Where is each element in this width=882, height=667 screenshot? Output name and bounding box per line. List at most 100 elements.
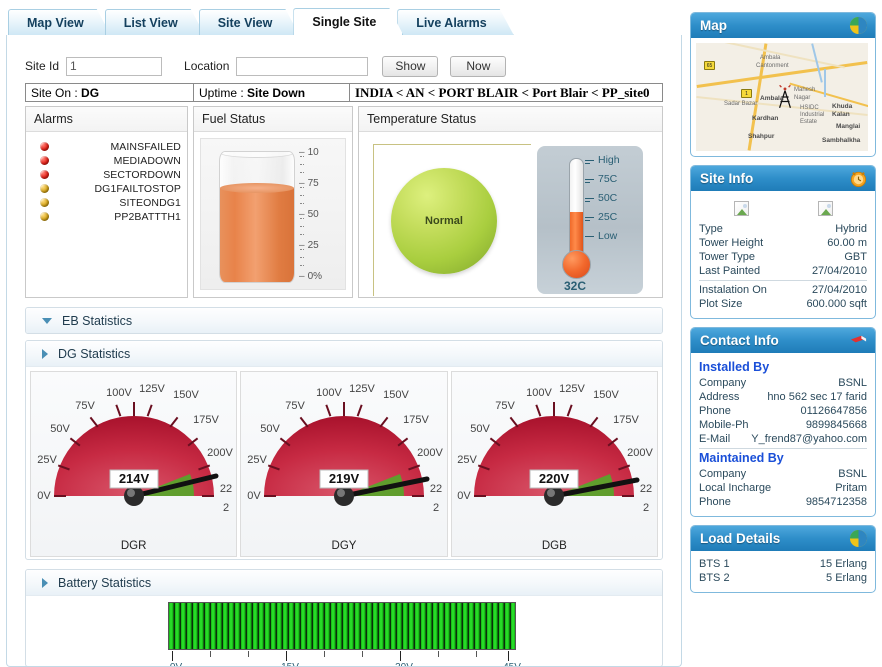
eb-statistics-header[interactable]: EB Statistics bbox=[26, 308, 662, 334]
site-info-key: Type bbox=[699, 223, 723, 235]
contact-value: 01126647856 bbox=[801, 405, 867, 417]
triangle-right-icon bbox=[42, 349, 48, 359]
contact-value: BSNL bbox=[838, 377, 867, 389]
shelter-thermometer: High 75C 50C 25C Low 32C bbox=[537, 146, 643, 294]
load-details-panel-body: BTS 1 15 Erlang BTS 2 5 Erlang bbox=[691, 551, 875, 592]
status-boxes-row: Alarms MAINSFAILED MEDIADOWN bbox=[25, 106, 663, 298]
contact-key: E-Mail bbox=[699, 433, 730, 445]
tab-map-view[interactable]: Map View bbox=[8, 9, 111, 35]
contact-key: Company bbox=[699, 377, 746, 389]
svg-text:125V: 125V bbox=[559, 383, 585, 395]
divider bbox=[699, 280, 867, 281]
broken-image-icon[interactable] bbox=[818, 201, 833, 216]
main-tab-bar: Map View List View Site View Single Site… bbox=[0, 8, 690, 35]
svg-text:0V: 0V bbox=[247, 490, 261, 502]
uptime-value: Site Down bbox=[247, 86, 305, 100]
contact-value: Pritam bbox=[835, 482, 867, 494]
now-button[interactable]: Now bbox=[450, 56, 506, 77]
contact-key: Mobile-Ph bbox=[699, 419, 749, 431]
alarm-item[interactable]: DG1FAILTOSTOP bbox=[26, 182, 181, 195]
alarm-severity-led-icon bbox=[40, 156, 49, 165]
contact-key: Company bbox=[699, 468, 746, 480]
contact-info-panel-body: Installed By Company BSNL Address hno 56… bbox=[691, 353, 875, 516]
contact-row: Company BSNL bbox=[699, 376, 867, 390]
contact-row: Mobile-Ph 9899845668 bbox=[699, 418, 867, 432]
show-button[interactable]: Show bbox=[382, 56, 438, 77]
battery-statistics-header[interactable]: Battery Statistics bbox=[26, 570, 662, 596]
thermo-tick: 25C bbox=[585, 211, 617, 223]
load-key: BTS 1 bbox=[699, 558, 730, 570]
battery-statistics-section: Battery Statistics bbox=[25, 569, 663, 667]
gauge-dgy-value: 219V bbox=[329, 471, 360, 486]
fuel-scale: 10 75 50 25 0% bbox=[299, 147, 341, 285]
svg-text:25V: 25V bbox=[37, 454, 57, 466]
contact-value: Y_frend87@yahoo.com bbox=[751, 433, 867, 445]
site-info-value: 60.00 m bbox=[827, 237, 867, 249]
gauge-dgr-label: DGR bbox=[31, 540, 236, 552]
eb-statistics-title: EB Statistics bbox=[62, 314, 132, 328]
triangle-right-icon bbox=[42, 578, 48, 588]
alarm-clock-icon[interactable] bbox=[849, 169, 868, 188]
shelter-temperature-value: 32C bbox=[564, 279, 586, 293]
svg-text:150V: 150V bbox=[383, 389, 409, 401]
location-input[interactable] bbox=[236, 57, 368, 76]
site-info-value: 27/04/2010 bbox=[812, 284, 867, 296]
site-info-panel-body: Type Hybrid Tower Height 60.00 m Tower T… bbox=[691, 191, 875, 318]
map-image[interactable]: 65 1 Ambala Cantonment Mahesh Nagar Khud… bbox=[696, 43, 868, 151]
map-label: Estate bbox=[800, 119, 817, 125]
svg-text:25V: 25V bbox=[458, 454, 478, 466]
load-row: BTS 2 5 Erlang bbox=[699, 571, 867, 585]
tab-single-site[interactable]: Single Site bbox=[293, 8, 403, 35]
alarm-item[interactable]: SITEONDG1 bbox=[26, 196, 181, 209]
alarm-item[interactable]: MEDIADOWN bbox=[26, 154, 181, 167]
alarms-title: Alarms bbox=[26, 107, 187, 132]
site-info-key: Instalation On bbox=[699, 284, 767, 296]
dg-gauges-row: 0V 25V 50V 75V 100V 125V 150V 175V 200V … bbox=[26, 367, 662, 557]
alarms-list: MAINSFAILED MEDIADOWN SECTORDOWN DG bbox=[26, 132, 187, 223]
svg-text:22: 22 bbox=[430, 483, 442, 495]
alarms-body: MAINSFAILED MEDIADOWN SECTORDOWN DG bbox=[26, 132, 187, 297]
fuel-tank-rim bbox=[220, 151, 294, 158]
site-id-input[interactable] bbox=[66, 57, 162, 76]
battery-tick-label: 30V bbox=[395, 662, 413, 667]
pie-globe-icon[interactable] bbox=[849, 16, 868, 35]
site-info-value: 600.000 sqft bbox=[806, 298, 867, 310]
battery-chart-area: 0V 15V 30V 45V bbox=[26, 596, 662, 666]
alarm-item[interactable]: SECTORDOWN bbox=[26, 168, 181, 181]
red-tag-icon[interactable] bbox=[849, 331, 868, 350]
map-label: Industrial bbox=[800, 112, 824, 118]
thermometer-scale: High 75C 50C 25C Low bbox=[585, 154, 643, 262]
right-sidebar: Map 65 1 bbox=[690, 12, 876, 601]
gauge-dgy: 0V 25V 50V 75V 100V 125V 150V 175V 200V … bbox=[240, 371, 447, 557]
thermo-tick: 50C bbox=[585, 192, 617, 204]
tab-list-view[interactable]: List View bbox=[105, 9, 205, 35]
load-details-panel-header: Load Details bbox=[691, 526, 875, 551]
battery-tick-label: 0V bbox=[170, 662, 182, 667]
tab-site-view[interactable]: Site View bbox=[199, 9, 300, 35]
svg-text:50V: 50V bbox=[471, 423, 491, 435]
svg-text:22: 22 bbox=[220, 483, 232, 495]
alarm-item[interactable]: PP2BATTTH1 bbox=[26, 210, 181, 223]
contact-info-panel: Contact Info Installed By Company BSNL A… bbox=[690, 327, 876, 517]
map-panel-body: 65 1 Ambala Cantonment Mahesh Nagar Khud… bbox=[691, 38, 875, 156]
dg-statistics-header[interactable]: DG Statistics bbox=[26, 341, 662, 367]
contact-value: BSNL bbox=[838, 468, 867, 480]
tab-live-alarms[interactable]: Live Alarms bbox=[397, 9, 513, 35]
fuel-status-box: Fuel Status 10 75 50 bbox=[193, 106, 353, 298]
eb-statistics-section: EB Statistics bbox=[25, 307, 663, 334]
gauge-dgr: 0V 25V 50V 75V 100V 125V 150V 175V 200V … bbox=[30, 371, 237, 557]
tab-label: Single Site bbox=[312, 15, 376, 29]
svg-text:100V: 100V bbox=[526, 387, 552, 399]
contact-value: 9854712358 bbox=[806, 496, 867, 508]
load-value: 15 Erlang bbox=[820, 558, 867, 570]
site-info-row: Tower Height 60.00 m bbox=[699, 236, 867, 250]
battery-tick-label: 15V bbox=[281, 662, 299, 667]
pie-globe-icon[interactable] bbox=[849, 529, 868, 548]
tab-label: List View bbox=[124, 16, 178, 30]
fuel-gauge: 10 75 50 25 0% bbox=[200, 138, 346, 290]
broken-image-icon[interactable] bbox=[734, 201, 749, 216]
uptime-label: Uptime : bbox=[199, 86, 244, 100]
highway-shield-icon: 1 bbox=[741, 89, 752, 98]
alarm-item[interactable]: MAINSFAILED bbox=[26, 140, 181, 153]
map-label: Manglai bbox=[836, 123, 860, 130]
